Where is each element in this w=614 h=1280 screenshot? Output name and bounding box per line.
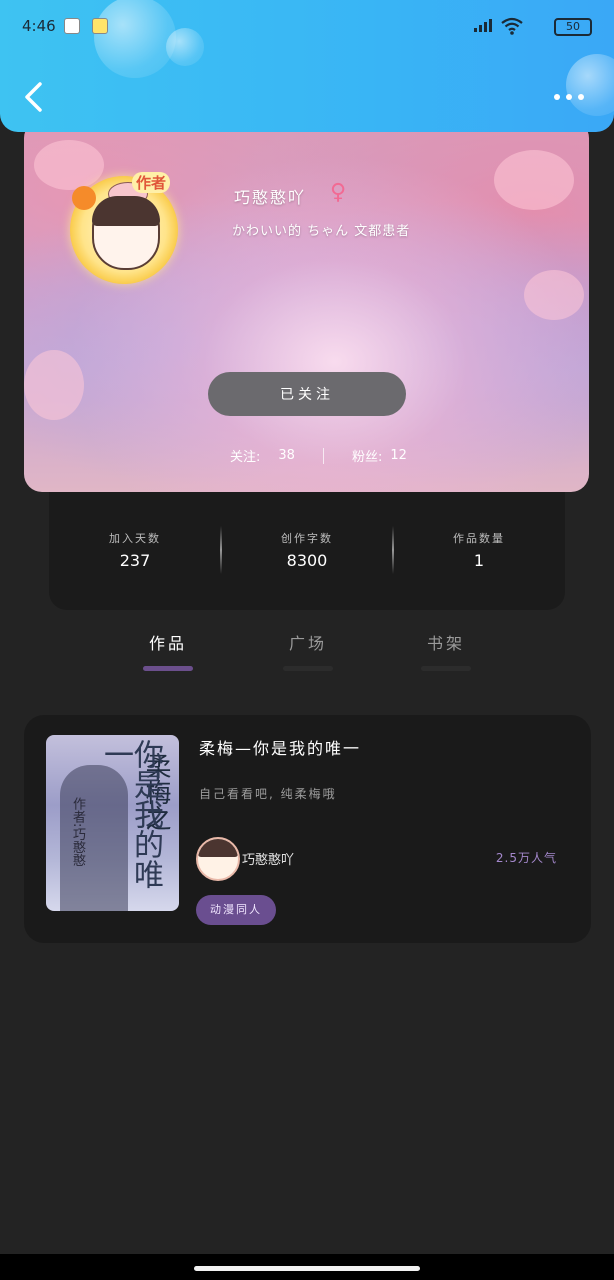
tab-label: 作品: [148, 634, 187, 653]
work-description: 自己看看吧, 纯柔梅哦: [199, 787, 337, 801]
female-gender-icon: ♀: [330, 180, 347, 205]
work-author-avatar[interactable]: [196, 837, 240, 881]
author-badge: 作者: [132, 172, 171, 193]
work-tag[interactable]: 动漫同人: [196, 895, 276, 925]
work-popularity: 2.5万人气: [495, 851, 557, 865]
tab-bookshelf[interactable]: 书架: [406, 630, 486, 671]
orange-icon: [72, 186, 96, 210]
fans-count[interactable]: 12: [390, 448, 407, 463]
follow-button[interactable]: 已关注: [208, 372, 406, 416]
stat-value: 8300: [286, 551, 328, 570]
stat-join-days: 加入天数 237: [49, 530, 221, 570]
tab-label: 广场: [288, 634, 327, 653]
notification-icon: [64, 18, 80, 34]
author-avatar[interactable]: 作者: [70, 172, 178, 284]
cover-title-sub: 你是我的唯一: [98, 739, 163, 889]
following-label: 关注:: [230, 450, 261, 465]
tab-indicator: [283, 666, 333, 671]
stat-label: 创作字数: [281, 532, 333, 545]
profile-card: 作者 巧憨憨吖 ♀ かわいい的 ちゃん 文都患者 已关注 关注: 38 粉丝: …: [24, 120, 589, 492]
tab-indicator: [143, 666, 193, 671]
following-count[interactable]: 38: [278, 448, 295, 463]
cover-author: 作者:巧憨憨: [70, 797, 85, 867]
work-author-name[interactable]: 巧憨憨吖: [242, 849, 294, 868]
stat-label: 加入天数: [109, 532, 161, 545]
back-chevron-left-icon[interactable]: [22, 82, 46, 112]
home-indicator[interactable]: [194, 1266, 420, 1271]
work-title[interactable]: 柔梅—你是我的唯一: [199, 735, 361, 759]
more-dots-icon[interactable]: [554, 94, 584, 100]
work-cover[interactable]: 柔梅之 你是我的唯一 作者:巧憨憨: [46, 735, 179, 911]
top-header: 4:46 50: [0, 0, 614, 132]
tab-indicator: [421, 666, 471, 671]
home-indicator-bar: [0, 1254, 614, 1280]
tab-label: 书架: [426, 634, 465, 653]
signal-icon: [474, 19, 492, 32]
notification-icon: [92, 18, 108, 34]
work-card[interactable]: 柔梅之 你是我的唯一 作者:巧憨憨 柔梅—你是我的唯一 自己看看吧, 纯柔梅哦 …: [24, 715, 591, 943]
tab-square[interactable]: 广场: [268, 630, 348, 671]
stats-panel: 加入天数 237 创作字数 8300 作品数量 1: [49, 480, 565, 610]
status-bar: 4:46 50: [22, 14, 592, 40]
stat-works-count: 作品数量 1: [393, 530, 565, 570]
wifi-icon: [501, 17, 523, 35]
avatar-face: [92, 182, 160, 270]
stat-label: 作品数量: [453, 532, 505, 545]
fans-label: 粉丝:: [351, 450, 383, 465]
profile-bio: かわいい的 ちゃん 文都患者: [232, 224, 411, 239]
stat-value: 237: [119, 551, 151, 570]
profile-username: 巧憨憨吖: [234, 188, 307, 207]
tab-works[interactable]: 作品: [128, 630, 208, 671]
status-time: 4:46: [22, 17, 56, 35]
stat-word-count: 创作字数 8300: [221, 530, 393, 570]
battery-icon: 50: [554, 18, 592, 36]
decor-bubble-right: [566, 54, 614, 116]
stat-value: 1: [473, 551, 485, 570]
follow-fans-counts: 关注: 38 粉丝: 12: [230, 446, 407, 465]
